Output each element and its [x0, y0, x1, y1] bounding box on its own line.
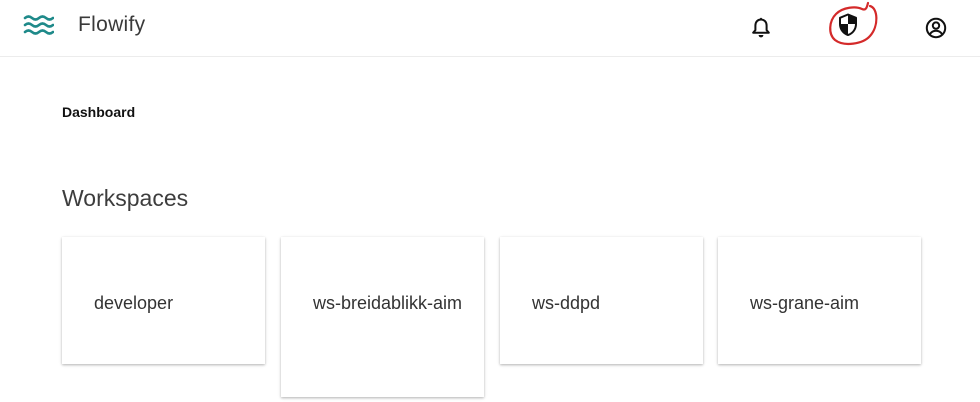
workspace-card-label: ws-grane-aim [750, 293, 860, 313]
workspace-card-developer[interactable]: developer [62, 237, 265, 364]
security-button[interactable] [830, 7, 866, 43]
workspace-card-ws-ddpd[interactable]: ws-ddpd [500, 237, 703, 364]
workspace-card-ws-breidablikk-aim[interactable]: ws-breidablikk-aim [281, 237, 484, 397]
workspace-card-label: developer [94, 293, 174, 313]
workspace-card-label: ws-ddpd [532, 293, 601, 313]
workspaces-heading: Workspaces [62, 185, 189, 211]
account-button[interactable] [918, 10, 954, 46]
waves-icon[interactable] [22, 12, 55, 40]
user-circle-icon [925, 17, 947, 39]
workspace-card-label: ws-breidablikk-aim [313, 293, 463, 313]
shield-icon [838, 13, 858, 37]
workspace-card-ws-grane-aim[interactable]: ws-grane-aim [718, 237, 921, 364]
notifications-button[interactable] [743, 10, 779, 46]
top-bar: Flowify [0, 0, 980, 57]
breadcrumb[interactable]: Dashboard [62, 104, 135, 120]
bell-icon [751, 17, 771, 39]
app-title[interactable]: Flowify [78, 13, 145, 37]
